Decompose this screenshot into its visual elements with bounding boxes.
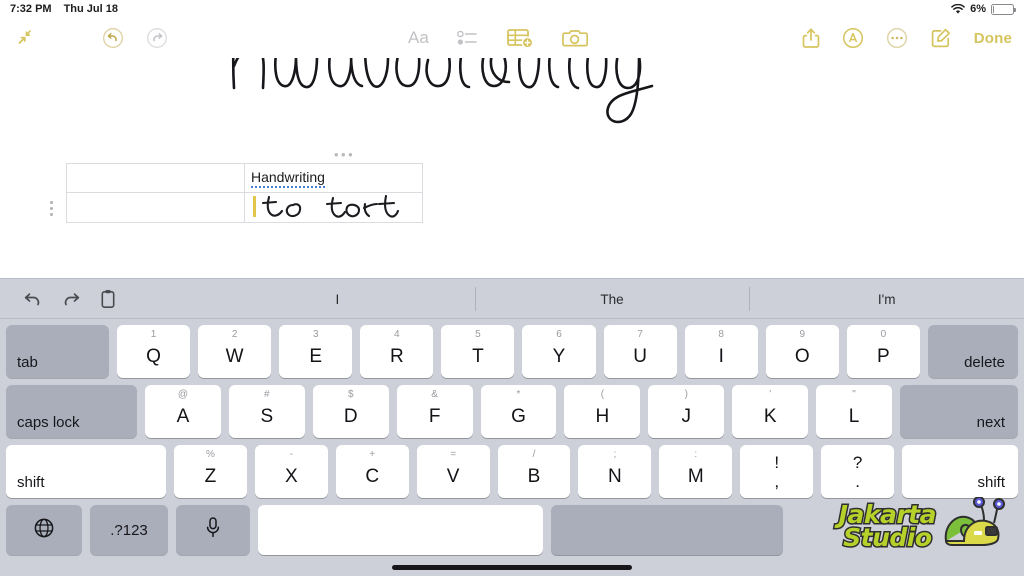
- battery-percent: 6%: [970, 3, 986, 15]
- key-j[interactable]: ) J: [648, 385, 725, 438]
- key-c[interactable]: + C: [335, 445, 409, 498]
- table-options-icon[interactable]: •••: [334, 148, 355, 161]
- table-row-handle[interactable]: [50, 201, 53, 216]
- note-table[interactable]: ••• Handwriting: [50, 148, 423, 223]
- key-b[interactable]: / B: [497, 445, 571, 498]
- key-hide-keyboard[interactable]: [551, 505, 783, 555]
- key-r[interactable]: 4 R: [360, 325, 434, 378]
- table-cell-empty[interactable]: [66, 192, 245, 223]
- key-exclam-comma[interactable]: ! ,: [740, 445, 814, 498]
- globe-icon: [33, 517, 55, 544]
- checklist-icon[interactable]: [456, 29, 479, 47]
- format-text-icon[interactable]: Aa: [408, 28, 429, 48]
- key-u[interactable]: 7 U: [603, 325, 677, 378]
- key-i[interactable]: 8 I: [684, 325, 758, 378]
- key-shift-right[interactable]: shift: [902, 445, 1019, 498]
- key-z[interactable]: % Z: [174, 445, 247, 498]
- table-icon[interactable]: [506, 28, 534, 49]
- keyboard-row-1: tab 1 Q 2 W 3 E 4 R 5 T 6 Y 7 U 8 I 9 O …: [6, 325, 1018, 378]
- key-p[interactable]: 0 P: [846, 325, 920, 378]
- table-row[interactable]: Handwriting: [66, 163, 423, 193]
- key-shift-left[interactable]: shift: [6, 445, 166, 498]
- key-next[interactable]: next: [900, 385, 1019, 438]
- key-w[interactable]: 2 W: [198, 325, 272, 378]
- more-options-icon[interactable]: [886, 27, 908, 49]
- table-cell-converted[interactable]: Handwriting: [244, 163, 423, 193]
- compose-icon[interactable]: [930, 27, 952, 49]
- key-l[interactable]: " L: [816, 385, 893, 438]
- done-button[interactable]: Done: [974, 30, 1012, 47]
- key-g[interactable]: * G: [480, 385, 557, 438]
- microphone-icon: [205, 516, 221, 544]
- keyboard-row-3: shift % Z - X + C = V / B ; N: M ! , ? …: [6, 445, 1019, 498]
- ipad-notes-screen: 7:32 PM Thu Jul 18 6% Aa Done ••• Handwr…: [0, 0, 1024, 576]
- status-bar-right: 6%: [951, 3, 1016, 15]
- predictive-bar: I The I'm: [0, 279, 1024, 319]
- key-m[interactable]: : M: [659, 445, 733, 498]
- key-n[interactable]: ; N: [578, 445, 652, 498]
- table-row[interactable]: [66, 192, 423, 223]
- collapse-icon[interactable]: [16, 29, 36, 47]
- toolbar-right-group: Done: [802, 18, 1012, 58]
- key-h[interactable]: ( H: [564, 385, 641, 438]
- predictive-tools: [0, 289, 200, 309]
- markup-icon[interactable]: [842, 27, 864, 49]
- key-x[interactable]: - X: [254, 445, 328, 498]
- key-dictation[interactable]: [176, 505, 250, 555]
- key-q[interactable]: 1 Q: [117, 325, 191, 378]
- suggestion-0[interactable]: I: [200, 279, 475, 319]
- key-globe[interactable]: [6, 505, 82, 555]
- toolbar-left-group: [0, 18, 168, 58]
- status-time: 7:32 PM: [10, 3, 52, 15]
- keyboard-row-2: caps lock @ A # S $ D & F * G (H) J ' …: [6, 385, 1019, 438]
- paste-icon[interactable]: [100, 289, 116, 309]
- table-cell-ink[interactable]: [244, 192, 423, 223]
- key-d[interactable]: $ D: [312, 385, 389, 438]
- note-title-handwriting: [218, 58, 688, 130]
- key-delete[interactable]: delete: [927, 325, 1018, 378]
- key-space[interactable]: [258, 505, 543, 555]
- key-numbers[interactable]: .?123: [90, 505, 168, 555]
- status-bar-left: 7:32 PM Thu Jul 18: [10, 3, 118, 15]
- note-body[interactable]: ••• Handwriting: [0, 58, 1024, 263]
- table-cell-empty[interactable]: [66, 163, 245, 193]
- key-tab[interactable]: tab: [6, 325, 109, 378]
- key-o[interactable]: 9 O: [765, 325, 839, 378]
- key-e[interactable]: 3 E: [279, 325, 353, 378]
- suggestion-2[interactable]: I'm: [749, 279, 1024, 319]
- key-a[interactable]: @ A: [145, 385, 221, 438]
- key-rows: tab 1 Q 2 W 3 E 4 R 5 T 6 Y 7 U 8 I 9 O …: [0, 319, 1024, 559]
- key-caps-lock[interactable]: caps lock: [6, 385, 137, 438]
- wifi-icon: [951, 3, 965, 15]
- onscreen-keyboard[interactable]: I The I'm tab 1 Q 2 W 3 E 4 R 5 T 6 Y 7 …: [0, 278, 1024, 576]
- home-indicator: [392, 565, 632, 570]
- predictive-suggestions: I The I'm: [200, 279, 1024, 319]
- toolbar-center-group: Aa: [408, 18, 588, 58]
- battery-icon: [991, 3, 1016, 15]
- note-toolbar: Aa Done: [0, 18, 1024, 58]
- suggestion-1[interactable]: The: [474, 279, 750, 319]
- undo-icon[interactable]: [22, 290, 43, 308]
- status-date: Thu Jul 18: [63, 3, 118, 15]
- redo-icon: [146, 27, 168, 49]
- text-caret: [253, 196, 256, 217]
- key-s[interactable]: # S: [228, 385, 305, 438]
- key-y[interactable]: 6 Y: [522, 325, 596, 378]
- key-k[interactable]: ' K: [732, 385, 809, 438]
- converted-text: Handwriting: [251, 169, 325, 188]
- key-f[interactable]: & F: [396, 385, 473, 438]
- key-v[interactable]: = V: [416, 445, 490, 498]
- undo-icon[interactable]: [102, 27, 124, 49]
- share-icon[interactable]: [802, 27, 820, 49]
- camera-icon[interactable]: [561, 28, 588, 48]
- keyboard-row-4: .?123: [6, 505, 1018, 559]
- key-t[interactable]: 5 T: [441, 325, 515, 378]
- status-bar: 7:32 PM Thu Jul 18 6%: [0, 0, 1024, 18]
- redo-icon[interactable]: [61, 290, 82, 308]
- key-question-period[interactable]: ? .: [821, 445, 895, 498]
